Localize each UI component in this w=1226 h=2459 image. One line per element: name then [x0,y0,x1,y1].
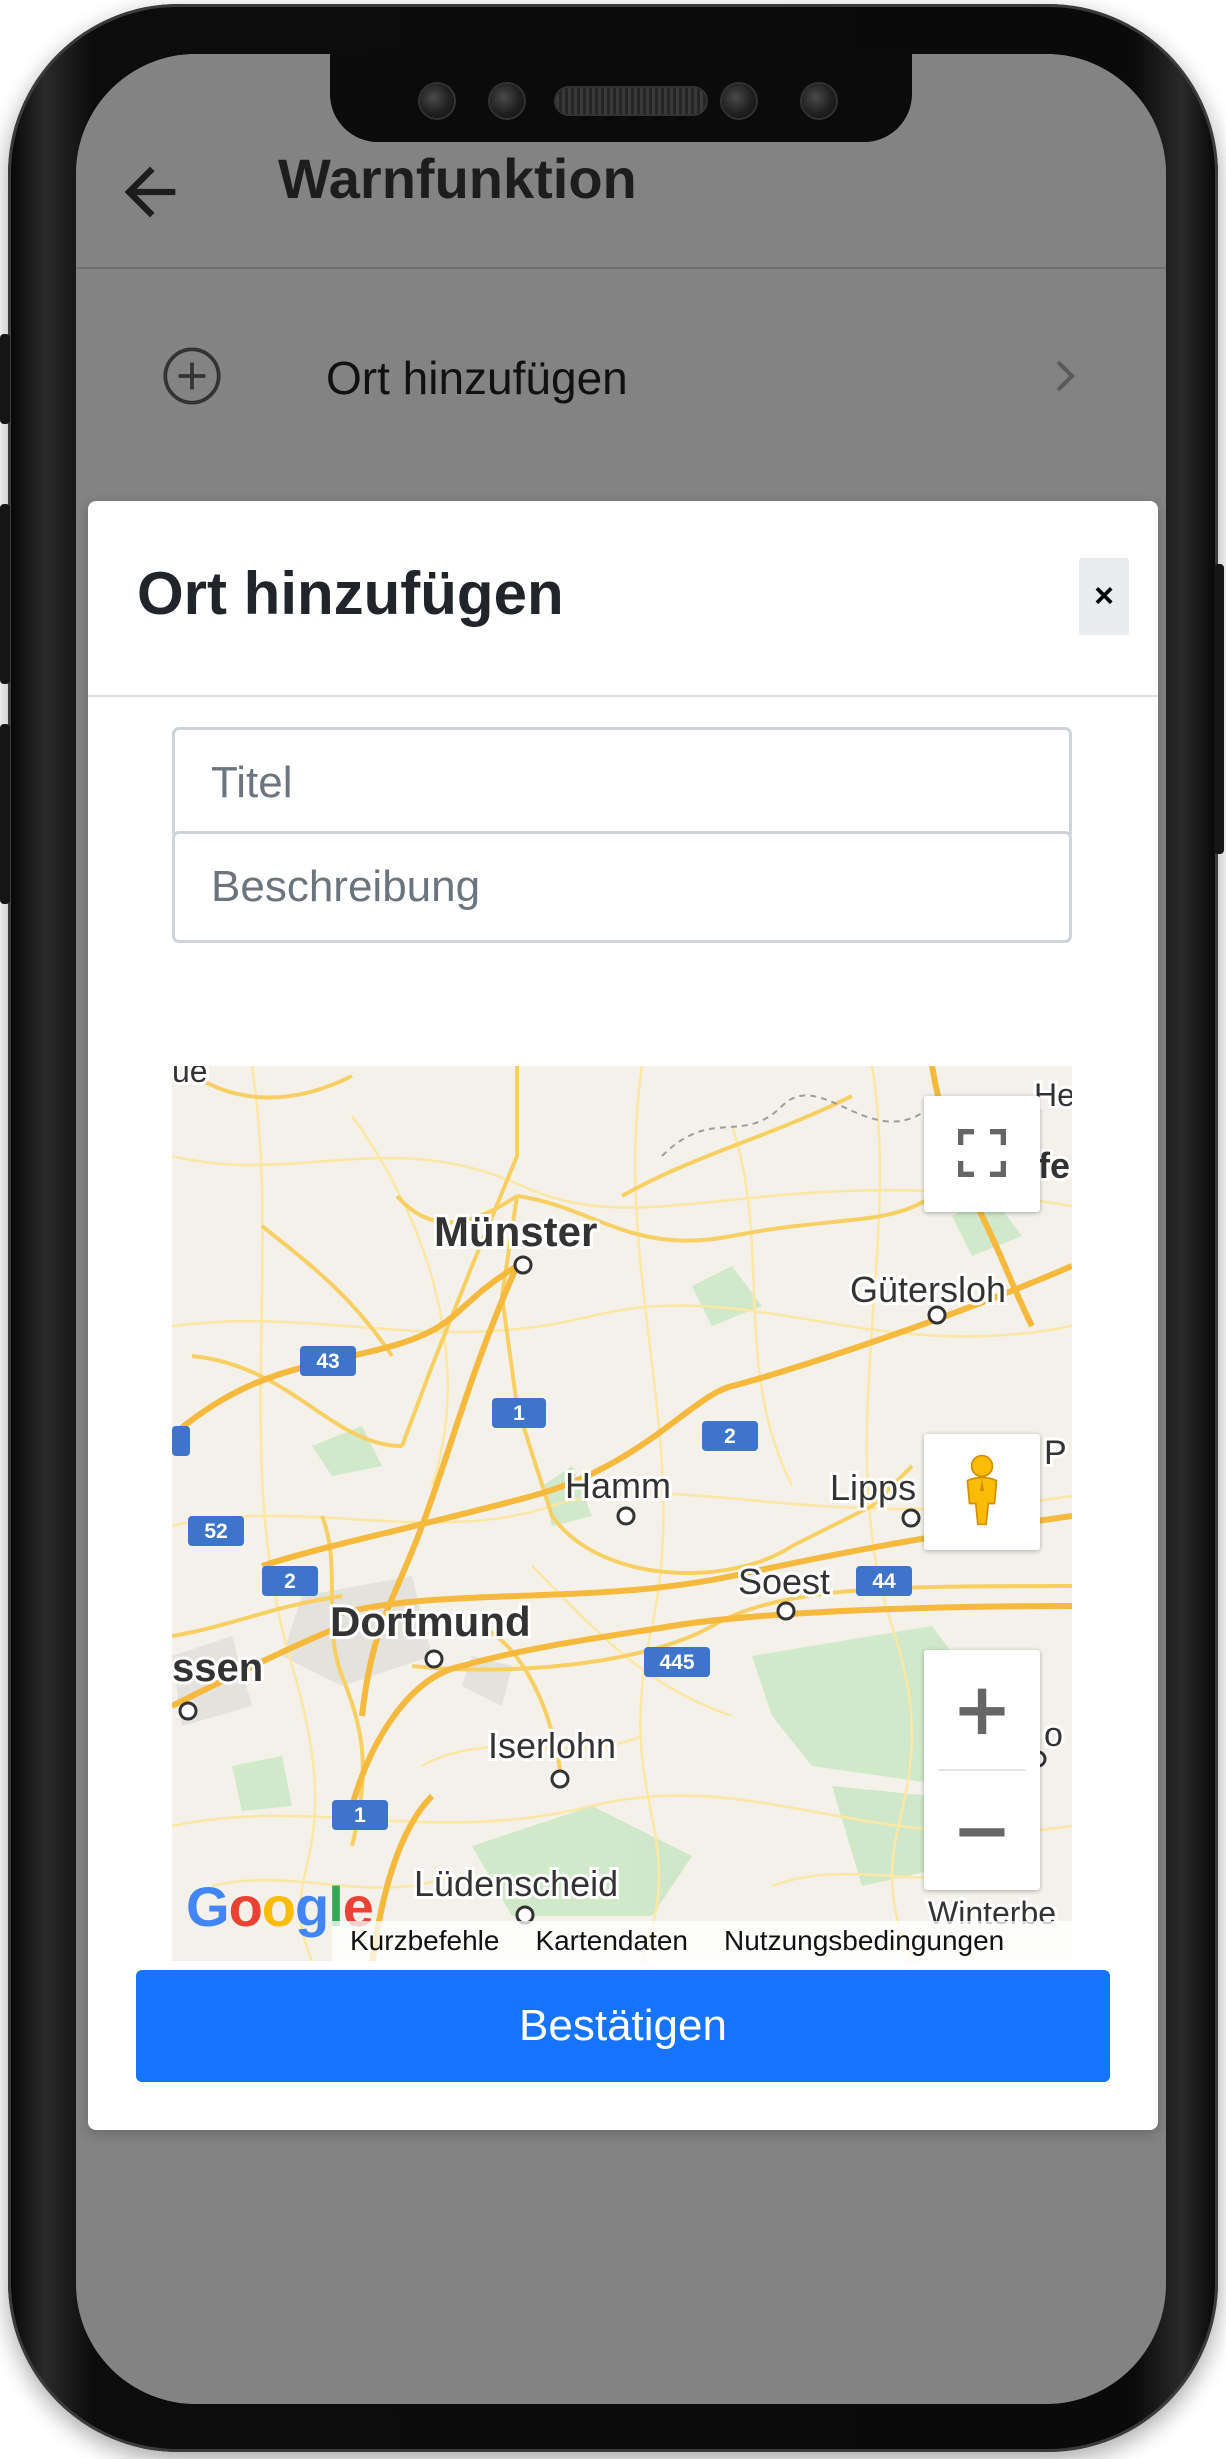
title-input[interactable] [172,727,1072,839]
front-camera-icon [722,84,756,118]
volume-up-button [0,504,10,684]
city-label: o [1044,1716,1063,1754]
map-footer: Kurzbefehle Kartendaten Nutzungsbedingun… [332,1921,1072,1961]
city-label: Dortmund [330,1598,531,1645]
zoom-out-button[interactable]: − [924,1771,1040,1889]
map-zoom-control: + − [924,1650,1040,1890]
terms-link[interactable]: Nutzungsbedingungen [706,1925,1022,1957]
city-label: ssen [172,1646,263,1690]
add-circle-icon [163,347,221,405]
city-label: Münster [434,1208,597,1255]
city-label: ue [172,1066,208,1089]
arrow-left-icon [124,166,176,218]
highway-label: 1 [354,1804,366,1827]
power-button [1214,564,1224,854]
city-label: Hamm [565,1465,671,1506]
highway-shield: 43 [300,1346,356,1376]
zoom-in-button[interactable]: + [924,1650,1040,1768]
highway-shield: 445 [644,1647,710,1677]
highway-label: 2 [284,1570,296,1593]
highway-label: 2 [724,1425,736,1448]
map-fullscreen-button[interactable] [924,1096,1040,1212]
dialog-title: Ort hinzufügen [137,560,564,627]
highway-shield: 2 [702,1421,758,1451]
city-label: fe [1038,1145,1070,1186]
city-marker [178,1701,198,1721]
fullscreen-icon [958,1128,1006,1177]
pegman-icon [966,1454,998,1525]
highway-label: 52 [204,1520,227,1543]
highway-shield: 52 [188,1516,244,1546]
city-marker [901,1508,921,1528]
description-input[interactable] [172,831,1072,943]
page-title: Warnfunktion [278,147,637,210]
city-label: Lipps [830,1467,916,1508]
highway-label: 44 [872,1570,896,1593]
highway-shield: 1 [492,1398,546,1428]
dialog-header: Ort hinzufügen × [88,501,1158,697]
speaker-grille [556,88,706,114]
city-marker [550,1769,570,1789]
screen: Warnfunktion Ort hinzufügen Ort hinzufüg… [76,54,1166,2404]
add-location-label: Ort hinzufügen [326,352,628,404]
volume-down-button [0,724,10,904]
back-button[interactable] [112,154,188,230]
city-label: Soest [738,1561,830,1602]
highway-label: 43 [316,1350,339,1373]
confirm-button[interactable]: Bestätigen [136,1970,1110,2082]
chevron-right-icon [1056,360,1075,392]
highway-shield: 1 [332,1800,388,1830]
highway-shield: 44 [856,1566,912,1596]
highway-label: 1 [513,1402,525,1425]
city-label: Gütersloh [850,1269,1006,1310]
map-data-link[interactable]: Kartendaten [517,1925,706,1957]
city-label: Lüdenscheid [414,1863,618,1904]
sensor-icon [490,84,524,118]
city-label: Iserlohn [488,1725,616,1766]
shortcuts-link[interactable]: Kurzbefehle [332,1925,517,1957]
highway-shield [172,1426,190,1456]
city-marker [424,1649,444,1669]
sensor-icon [420,84,454,118]
sensor-icon [802,84,836,118]
city-marker [616,1506,636,1526]
silent-switch [0,334,10,424]
city-marker [513,1255,533,1275]
add-location-dialog: Ort hinzufügen × Titel Beschreibung 43 1… [88,501,1158,2130]
close-button[interactable]: × [1079,558,1129,635]
highway-label: 445 [659,1651,694,1674]
highway-shield: 2 [262,1566,318,1596]
notch [330,54,912,142]
map-view[interactable]: 33 43 1 2 [172,1066,1072,1961]
city-marker [776,1601,796,1621]
phone-frame: Warnfunktion Ort hinzufügen Ort hinzufüg… [0,4,1224,2452]
city-label: P [1044,1434,1067,1472]
street-view-pegman-button[interactable] [924,1434,1040,1550]
